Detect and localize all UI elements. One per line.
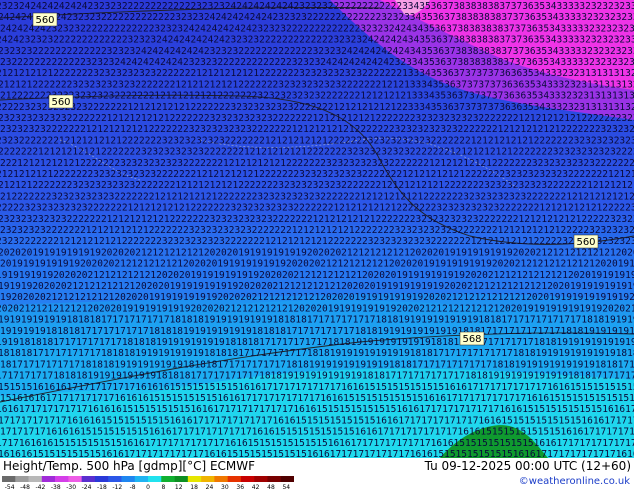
legend-swatch <box>2 476 16 482</box>
legend-tick-label: 18 <box>190 484 198 490</box>
legend-swatch <box>161 476 175 482</box>
legend-tick-label: 12 <box>175 484 183 490</box>
value-row: 1818181717171717171818181919191919191818… <box>0 348 634 359</box>
value-row: 1919191919202020212121212121202020191919… <box>0 270 634 281</box>
value-row: 1616161515151515151616171717171717171616… <box>0 449 634 458</box>
temperature-field: 2323242424242424232323222222222222232323… <box>0 0 634 458</box>
value-row: 1919191918181817171717171718181819191919… <box>0 326 634 337</box>
legend-tick-label: -30 <box>66 484 76 490</box>
legend-swatch <box>55 476 69 482</box>
legend-tick-label: -18 <box>97 484 107 490</box>
value-row: 2122222223232323232322222221212121212122… <box>0 91 634 102</box>
value-row: 2020212121212121202020191919191919202020… <box>0 303 634 314</box>
value-row: 2424242423232322222222222223232324242424… <box>0 23 634 34</box>
value-row: 1717161616151515151515161617171717171717… <box>0 438 634 449</box>
value-row: 1717171716161615151515151516161717171717… <box>0 427 634 438</box>
value-row: 2222232323232323222222212121212121222222… <box>0 102 634 113</box>
value-row: 2323222222212121212121222222232323232323… <box>0 236 634 247</box>
legend-tick-label: 48 <box>267 484 275 490</box>
value-row: 2019191919191920202021212121212120202019… <box>0 259 634 270</box>
value-row: 1919192020202121212121212020201919191919… <box>0 281 634 292</box>
legend-swatch <box>81 476 96 482</box>
legend-swatch <box>68 476 82 482</box>
legend-tick-label: -38 <box>51 484 61 490</box>
value-row: 1616171717171717161616151515151515161617… <box>0 404 634 415</box>
svg-text:560: 560 <box>576 237 595 248</box>
map-footer: Height/Temp. 500 hPa [gdmp][°C] ECMWF Tu… <box>0 458 634 490</box>
legend-tick-label: 36 <box>236 484 244 490</box>
value-row: 2121212121222222232323232323222222212121… <box>0 169 634 180</box>
value-row: 2323232323232222222121212121212222222323… <box>0 113 634 124</box>
contour-label: 560 <box>573 234 599 249</box>
contour-label: 560 <box>32 12 58 27</box>
value-row: 2322222222222223232324242424242423232322… <box>0 57 634 68</box>
contour-label: 568 <box>459 331 485 346</box>
legend-tick-label: 54 <box>282 484 290 490</box>
forecast-datetime: Tu 09-12-2025 00:00 UTC (12+60) <box>424 459 631 473</box>
value-row: 2121212222222323232323232222222121212121… <box>0 180 634 191</box>
legend-swatch <box>280 476 294 482</box>
legend-swatch <box>227 476 242 482</box>
value-row: 2323232322222221212121212122222223232323… <box>0 225 634 236</box>
value-row: 1920202021212121212120202019191919191920… <box>0 292 634 303</box>
legend-tick-label: -12 <box>112 484 122 490</box>
legend-tick-label: -42 <box>36 484 46 490</box>
legend-swatch <box>108 476 122 482</box>
value-row: 1919191919191818181717171717171818181919… <box>0 315 634 326</box>
value-row: 2221212121212122222223232323232322222221… <box>0 158 634 169</box>
value-row: 2424232323222222222222232323242424242424… <box>0 35 634 46</box>
legend-tick-label: 24 <box>206 484 214 490</box>
legend-swatch <box>134 476 149 482</box>
svg-text:568: 568 <box>462 334 481 345</box>
value-row: 2122222223232323232322222221212121212122… <box>0 191 634 202</box>
value-row: 1919181818171717171717181818191919191919… <box>0 337 634 348</box>
color-legend: -54 -48 -42 -38 -30 -24 -18 -12 -8 0 8 12 18 24 30 36 42… <box>2 476 294 490</box>
credit-link[interactable]: ©weatheronline.co.uk <box>519 476 630 487</box>
value-row: 2323242424242424232323222222222222232323… <box>0 1 634 12</box>
value-row: 2222232323232323222222212121212121222222… <box>0 203 634 214</box>
legend-tick-label: -54 <box>5 484 15 490</box>
svg-text:560: 560 <box>35 15 54 26</box>
legend-swatch <box>15 476 29 482</box>
legend-tick-label: 8 <box>161 484 165 490</box>
legend-tick-label: 30 <box>221 484 229 490</box>
legend-swatch <box>148 476 162 482</box>
value-labels: 2323242424242424232323222222222222232323… <box>0 1 634 458</box>
legend-tick-label: 42 <box>252 484 260 490</box>
value-row: 2323222222212121212121222222232323232323… <box>0 135 634 146</box>
legend-swatch <box>28 476 43 482</box>
value-row: 2323232322222221212121212122222223232323… <box>0 124 634 135</box>
value-row: 2121212222222323232323232222222121212121… <box>0 79 634 90</box>
value-row: 2020201919191919192020202121212121212020… <box>0 247 634 258</box>
value-row: 2323232323232222222121212121212222222323… <box>0 214 634 225</box>
svg-text:560: 560 <box>51 97 70 108</box>
legend-swatch <box>240 476 255 482</box>
legend-swatch <box>201 476 215 482</box>
value-row: 2222222121212121212222222323232323232222… <box>0 147 634 158</box>
legend-tick-label: 0 <box>146 484 150 490</box>
legend-swatch <box>267 476 282 482</box>
legend-swatch <box>187 476 202 482</box>
value-row: 1516161617171717171716161615151515151516… <box>0 393 634 404</box>
legend-tick-label: -8 <box>130 484 136 490</box>
weather-map: 2323242424242424232323222222222222232323… <box>0 0 634 458</box>
legend-swatch <box>254 476 268 482</box>
value-row: 1717171717181818191919191919181818171717… <box>0 371 634 382</box>
value-row: 2424242424242323232222222222222323232424… <box>0 12 634 23</box>
value-row: 1817171717171718181819191919191918181817… <box>0 359 634 370</box>
legend-swatch <box>94 476 109 482</box>
legend-swatch <box>41 476 56 482</box>
value-row: 1515151616161717171717171616161515151515… <box>0 382 634 393</box>
map-title: Height/Temp. 500 hPa [gdmp][°C] ECMWF <box>3 459 256 473</box>
value-row: 2121212121222222232323232323222222212121… <box>0 68 634 79</box>
value-row: 2323232222222222222323232424242424242323… <box>0 46 634 57</box>
legend-swatch <box>174 476 189 482</box>
contour-label: 560 <box>48 94 74 109</box>
legend-tick-label: -24 <box>82 484 92 490</box>
legend-tick-label: -48 <box>20 484 30 490</box>
legend-swatch <box>214 476 228 482</box>
legend-swatch <box>121 476 136 482</box>
value-row: 1717171717171616161515151515151616171717… <box>0 415 634 426</box>
